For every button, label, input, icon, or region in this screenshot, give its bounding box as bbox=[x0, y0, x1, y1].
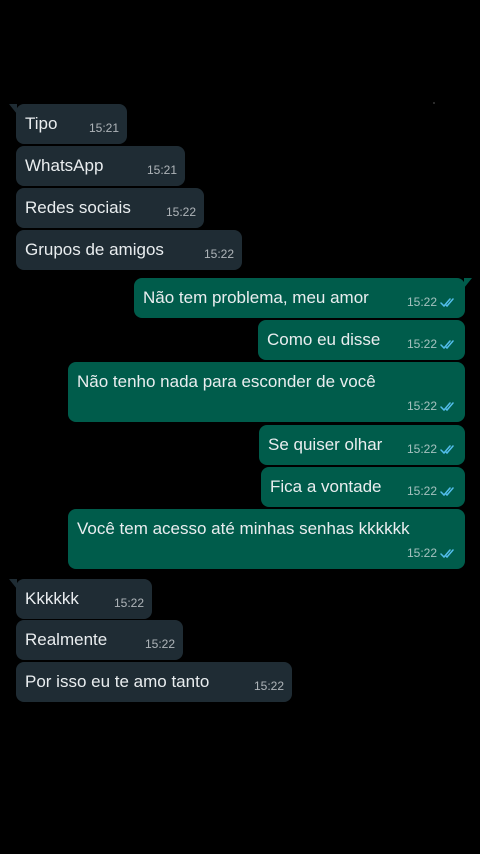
message-time: 15:22 bbox=[406, 399, 437, 413]
double-check-icon bbox=[440, 486, 454, 496]
double-check-icon bbox=[440, 297, 454, 307]
message-bubble-incoming[interactable]: Grupos de amigos 15:22 bbox=[16, 230, 242, 270]
message-bubble-outgoing[interactable]: Fica a vontade 15:22 bbox=[261, 467, 465, 507]
message-time: 15:22 bbox=[406, 546, 437, 560]
message-bubble-outgoing[interactable]: Não tem problema, meu amor 15:22 bbox=[134, 278, 472, 318]
message-time: 15:22 bbox=[253, 679, 284, 693]
double-check-icon bbox=[440, 339, 454, 349]
message-bubble-incoming[interactable]: Realmente 15:22 bbox=[16, 620, 183, 660]
message-bubble-outgoing[interactable]: Você tem acesso até minhas senhas kkkkkk… bbox=[68, 509, 465, 569]
message-time: 15:22 bbox=[165, 205, 196, 219]
message-time: 15:22 bbox=[113, 596, 144, 610]
message-time: 15:21 bbox=[146, 163, 177, 177]
bubble-tail bbox=[9, 104, 17, 114]
message-bubble-outgoing[interactable]: Não tenho nada para esconder de você 15:… bbox=[68, 362, 465, 422]
decorative-dot bbox=[433, 102, 435, 104]
message-text: Realmente bbox=[25, 630, 108, 649]
message-text: Redes sociais bbox=[25, 198, 131, 217]
message-bubble-incoming[interactable]: Tipo 15:21 bbox=[9, 104, 127, 144]
message-time: 15:22 bbox=[406, 295, 437, 309]
message-bubble-incoming[interactable]: Redes sociais 15:22 bbox=[16, 188, 204, 228]
message-time: 15:22 bbox=[406, 337, 437, 351]
message-bubble-incoming[interactable]: WhatsApp 15:21 bbox=[16, 146, 185, 186]
message-bubble-incoming[interactable]: Kkkkkk 15:22 bbox=[9, 579, 152, 619]
message-text: WhatsApp bbox=[25, 156, 104, 175]
message-text: Fica a vontade bbox=[270, 477, 382, 496]
message-text: Tipo bbox=[25, 114, 58, 133]
double-check-icon bbox=[440, 444, 454, 454]
message-text: Se quiser olhar bbox=[268, 435, 383, 454]
message-text: Não tem problema, meu amor bbox=[143, 288, 369, 307]
message-text: Você tem acesso até minhas senhas kkkkkk bbox=[77, 519, 410, 538]
message-bubble-outgoing[interactable]: Como eu disse 15:22 bbox=[258, 320, 465, 360]
message-time: 15:22 bbox=[203, 247, 234, 261]
bubble-tail bbox=[9, 579, 17, 589]
chat-area: Tipo 15:21 WhatsApp 15:21 Redes sociais … bbox=[0, 0, 480, 854]
message-text: Kkkkkk bbox=[25, 589, 79, 608]
message-text: Grupos de amigos bbox=[25, 240, 164, 259]
message-text: Não tenho nada para esconder de você bbox=[77, 372, 376, 391]
message-text: Por isso eu te amo tanto bbox=[25, 672, 210, 691]
message-text: Como eu disse bbox=[267, 330, 381, 349]
message-bubble-outgoing[interactable]: Se quiser olhar 15:22 bbox=[259, 425, 465, 465]
bubble-tail bbox=[464, 278, 472, 288]
message-time: 15:21 bbox=[88, 121, 119, 135]
message-bubble-incoming[interactable]: Por isso eu te amo tanto 15:22 bbox=[16, 662, 292, 702]
message-time: 15:22 bbox=[406, 442, 437, 456]
message-time: 15:22 bbox=[406, 484, 437, 498]
double-check-icon bbox=[440, 401, 454, 411]
message-time: 15:22 bbox=[144, 637, 175, 651]
double-check-icon bbox=[440, 548, 454, 558]
